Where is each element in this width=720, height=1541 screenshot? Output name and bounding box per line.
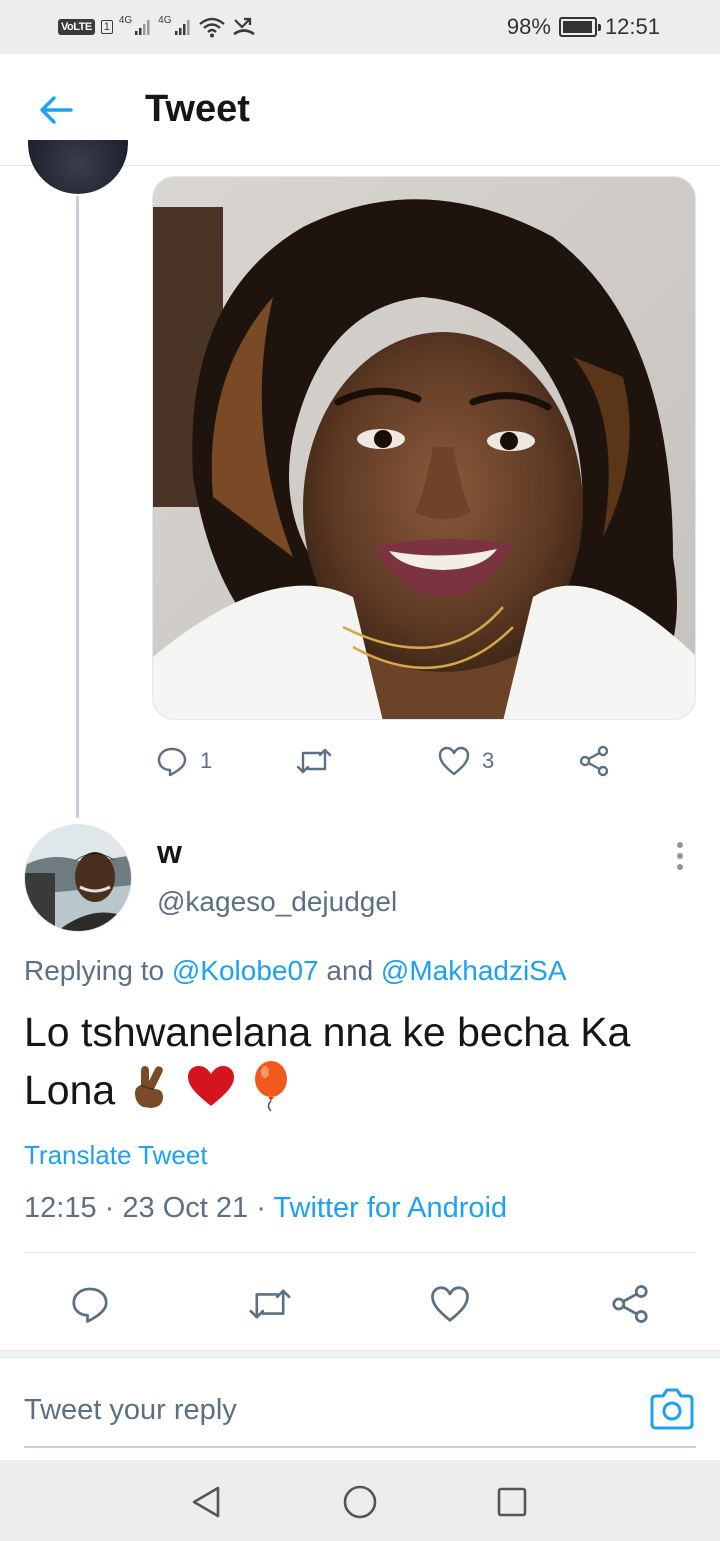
battery-percent: 98% — [506, 14, 551, 39]
status-left: VoLTE 1 4G 4G — [58, 12, 256, 42]
avatar-image — [25, 825, 131, 931]
volte-badge: VoLTE — [58, 19, 95, 35]
sim-number: 1 — [100, 20, 113, 34]
missed-call-icon — [232, 17, 255, 36]
reply-icon — [157, 747, 187, 777]
camera-button[interactable] — [648, 1386, 696, 1432]
nav-home-button[interactable] — [338, 1480, 382, 1524]
more-dot — [677, 864, 683, 870]
network-type-1: 4G — [118, 14, 133, 26]
tweet-time: 12:15 — [24, 1192, 97, 1224]
share-button[interactable] — [602, 1276, 658, 1332]
translate-tweet-link[interactable]: Translate Tweet — [24, 1140, 208, 1171]
circle-home-icon — [343, 1485, 377, 1519]
square-recents-icon — [497, 1487, 527, 1517]
share-icon — [612, 1285, 648, 1323]
replying-and: and — [318, 955, 381, 986]
user-handle[interactable]: @kageso_dejudgel — [157, 886, 397, 918]
meta-separator: · — [256, 1192, 266, 1224]
heart-icon — [431, 1286, 469, 1322]
parent-avatar-image — [28, 140, 128, 194]
status-bar: VoLTE 1 4G 4G 98% 12:51 — [0, 0, 720, 54]
thread-connector-line — [76, 196, 79, 818]
wifi-icon — [198, 17, 225, 38]
more-options-button[interactable] — [664, 838, 696, 874]
nav-back-button[interactable] — [184, 1480, 228, 1524]
replying-to-prefix: Replying to — [24, 955, 172, 986]
retweet-icon — [296, 748, 332, 774]
balloon-icon — [249, 1060, 293, 1126]
page-title: Tweet — [145, 88, 250, 130]
like-button[interactable] — [422, 1276, 478, 1332]
mention-makhadzisa[interactable]: @MakhadziSA — [381, 955, 567, 986]
user-display-name[interactable]: w — [157, 834, 182, 871]
nav-recents-button[interactable] — [490, 1480, 534, 1524]
more-dot — [677, 842, 683, 848]
network-type-2: 4G — [158, 14, 172, 26]
parent-reply-count: 1 — [200, 748, 213, 773]
meta-separator: · — [104, 1192, 115, 1224]
divider — [24, 1252, 696, 1253]
tweet-date: 23 Oct 21 — [122, 1192, 249, 1224]
tweet-text: Lo tshwanelana nna ke becha Ka Lona — [24, 1009, 631, 1113]
red-heart-icon — [186, 1064, 236, 1122]
tweet-metadata: 12:15 · 23 Oct 21 · Twitter for Android — [24, 1192, 507, 1225]
replying-to-line: Replying to @Kolobe07 and @MakhadziSA — [24, 955, 567, 987]
more-dot — [677, 853, 683, 859]
heart-icon — [438, 746, 470, 776]
reply-input[interactable] — [24, 1388, 624, 1432]
crossed-fingers-icon — [129, 1063, 173, 1123]
parent-like-button[interactable]: 3 — [438, 738, 494, 784]
reply-composer — [0, 1358, 720, 1458]
status-right: 98% 12:51 — [507, 12, 660, 42]
section-divider — [0, 1350, 720, 1358]
parent-share-button[interactable] — [578, 738, 610, 784]
battery-level — [562, 21, 592, 33]
tweet-photo[interactable] — [152, 176, 696, 720]
parent-tweet-actions: 1 3 — [152, 738, 696, 784]
user-avatar[interactable] — [24, 824, 132, 932]
arrow-left-icon — [40, 96, 73, 124]
woman-portrait-image — [153, 177, 695, 719]
reply-icon — [72, 1287, 108, 1323]
parent-retweet-button[interactable] — [296, 738, 332, 784]
back-button[interactable] — [30, 84, 82, 136]
tweet-body: Lo tshwanelana nna ke becha Ka Lona — [24, 1004, 704, 1126]
clock: 12:51 — [604, 14, 660, 39]
retweet-button[interactable] — [242, 1276, 298, 1332]
reply-input-underline — [24, 1446, 696, 1448]
triangle-back-icon — [192, 1486, 220, 1518]
signal-icon-2 — [174, 20, 190, 35]
share-icon — [579, 745, 609, 777]
parent-reply-button[interactable]: 1 — [156, 738, 212, 784]
reply-button[interactable] — [62, 1276, 118, 1332]
parent-like-count: 3 — [482, 748, 495, 773]
signal-icon — [135, 20, 150, 35]
battery-icon — [558, 17, 601, 37]
tweet-actions — [0, 1268, 720, 1336]
mention-kolobe07[interactable]: @Kolobe07 — [172, 955, 319, 986]
retweet-icon — [249, 1289, 291, 1319]
parent-avatar[interactable] — [28, 140, 128, 194]
tweet-source-link[interactable]: Twitter for Android — [273, 1192, 507, 1224]
system-navigation-bar — [0, 1460, 720, 1541]
camera-icon — [650, 1388, 694, 1430]
